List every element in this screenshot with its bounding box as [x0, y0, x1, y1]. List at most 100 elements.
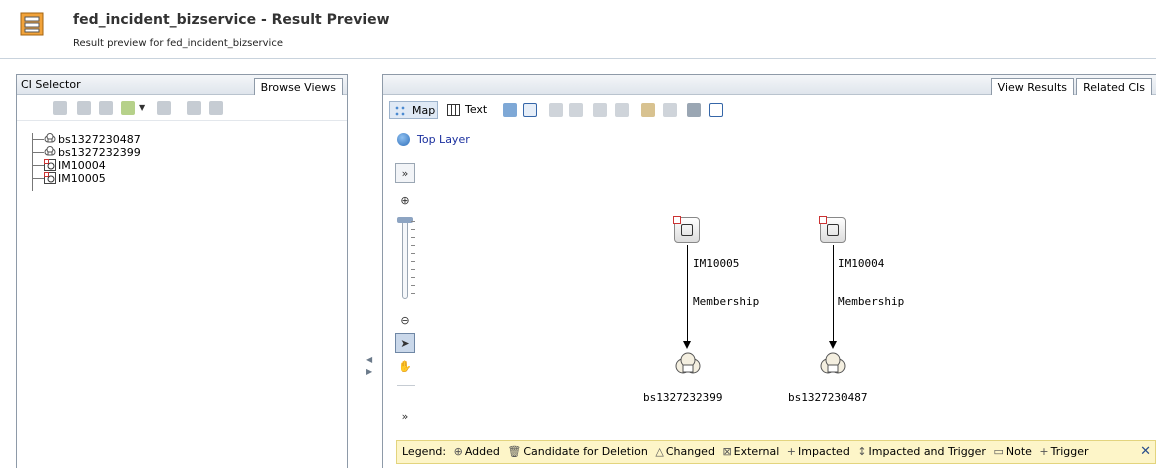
- tool-divider: [397, 385, 415, 386]
- trigger-icon: +: [1039, 445, 1049, 458]
- grid-icon: [447, 104, 460, 116]
- map-zoom-tools: » ⊕ ⊖ ➤ ✋ »: [395, 163, 419, 433]
- legend-label: Note: [1005, 445, 1032, 458]
- save-icon[interactable]: [157, 101, 171, 115]
- legend-label: External: [733, 445, 780, 458]
- page-title: fed_incident_bizservice - Result Preview: [73, 12, 390, 28]
- results-panel: View Results Related CIs Map Text Top La…: [382, 74, 1156, 468]
- added-icon: ⊕: [453, 445, 463, 458]
- results-toolbar: Map Text: [383, 95, 1156, 123]
- globe-icon: [397, 133, 410, 146]
- tree-item-label: bs1327232399: [58, 146, 141, 159]
- node-label: bs1327232399: [643, 391, 723, 404]
- node-label: IM10005: [693, 257, 740, 270]
- copy-view-icon[interactable]: [615, 103, 629, 117]
- legend-label: Impacted and Trigger: [868, 445, 986, 458]
- impacted-trigger-icon: ↕: [857, 445, 867, 458]
- related-ci-icon[interactable]: [663, 103, 677, 117]
- legend-label: Added: [464, 445, 500, 458]
- business-service-icon: [44, 133, 56, 143]
- edge-label: Membership: [838, 295, 905, 308]
- business-service-icon[interactable]: [819, 351, 847, 377]
- zoom-slider[interactable]: [402, 219, 408, 299]
- zoom-out-icon[interactable]: ⊖: [395, 311, 415, 331]
- new-ci-icon[interactable]: [121, 101, 135, 115]
- legend-label: Trigger: [1050, 445, 1089, 458]
- external-icon: ⊠: [722, 445, 732, 458]
- ci-selector-toolbar: ▼: [17, 95, 347, 121]
- note-icon: ▭: [993, 445, 1004, 458]
- zoom-ticks: [411, 221, 415, 299]
- ci-tree: bs1327230487 bs1327232399 IM10004 IM1000…: [32, 133, 332, 185]
- ci-node-im10004[interactable]: [819, 216, 846, 243]
- page-subtitle: Result preview for fed_incident_bizservi…: [73, 38, 283, 49]
- panel-splitter[interactable]: ◀ ▶: [366, 354, 374, 378]
- paste-icon[interactable]: [209, 101, 223, 115]
- incident-icon: [827, 224, 839, 236]
- expand-icon[interactable]: »: [395, 163, 415, 183]
- dropdown-arrow-icon[interactable]: ▼: [139, 101, 147, 115]
- tab-view-results[interactable]: View Results: [990, 78, 1074, 95]
- new-query-node-icon[interactable]: [641, 103, 655, 117]
- ci-node-im10005[interactable]: [673, 216, 700, 243]
- node-label: bs1327230487: [788, 391, 868, 404]
- collapse-icon[interactable]: »: [395, 407, 415, 427]
- tree-item[interactable]: bs1327232399: [32, 146, 332, 159]
- changed-icon: △: [655, 445, 664, 458]
- relation-edge[interactable]: [833, 245, 834, 343]
- result-preview-icon: [20, 12, 44, 36]
- legend-item-note: ▭ Note: [993, 445, 1031, 458]
- tree-item[interactable]: IM10004: [32, 159, 332, 172]
- tree-item-label: IM10005: [58, 172, 106, 185]
- legend-close-icon[interactable]: ✕: [1140, 441, 1151, 463]
- incident-icon: [44, 172, 56, 184]
- ci-selector-title: CI Selector: [21, 78, 81, 91]
- legend-item-candidate-for-deletion: 🗑 Candidate for Deletion: [507, 445, 647, 458]
- external-marker-icon: [819, 216, 827, 224]
- trash-icon: 🗑: [507, 445, 522, 458]
- legend-item-impacted: + Impacted: [787, 445, 850, 458]
- tree-item-label: IM10004: [58, 159, 106, 172]
- move-down-icon[interactable]: [569, 103, 583, 117]
- delete-icon[interactable]: [593, 103, 607, 117]
- filter-icon[interactable]: [53, 101, 67, 115]
- legend-label: Candidate for Deletion: [523, 445, 648, 458]
- zoom-in-icon[interactable]: ⊕: [395, 191, 415, 211]
- link-icon[interactable]: [99, 101, 113, 115]
- tab-related-cis[interactable]: Related CIs: [1076, 78, 1152, 95]
- top-layer-label: Top Layer: [417, 133, 470, 146]
- header-divider: [0, 58, 1156, 59]
- print-icon[interactable]: [687, 103, 701, 117]
- map-view-button[interactable]: Map: [389, 101, 438, 119]
- layout-icon[interactable]: [503, 103, 517, 117]
- window-icon[interactable]: [709, 103, 723, 117]
- impacted-icon: +: [786, 445, 797, 458]
- properties-icon[interactable]: [523, 103, 537, 117]
- copy-icon[interactable]: [187, 101, 201, 115]
- incident-icon: [681, 224, 693, 236]
- text-view-label: Text: [465, 103, 488, 116]
- legend-item-added: ⊕ Added: [454, 445, 500, 458]
- incident-icon: [44, 159, 56, 171]
- relation-edge[interactable]: [687, 245, 688, 343]
- legend-label: Changed: [665, 445, 715, 458]
- business-service-icon[interactable]: [674, 351, 702, 377]
- map-icon: [394, 105, 406, 117]
- legend-item-external: ⊠ External: [722, 445, 779, 458]
- edge-arrow: [683, 341, 691, 349]
- ci-selector-header: CI Selector Browse Views: [17, 75, 347, 95]
- map-view-label: Map: [412, 104, 436, 117]
- pan-hand-icon[interactable]: ✋: [395, 357, 415, 377]
- move-up-icon[interactable]: [549, 103, 563, 117]
- legend-item-changed: △ Changed: [655, 445, 715, 458]
- text-view-button[interactable]: Text: [443, 101, 493, 119]
- tree-item[interactable]: bs1327230487: [32, 133, 332, 146]
- legend-label: Impacted: [798, 445, 850, 458]
- page-header: fed_incident_bizservice - Result Preview…: [0, 0, 1156, 58]
- tab-browse-views[interactable]: Browse Views: [253, 78, 343, 95]
- search-icon[interactable]: [77, 101, 91, 115]
- select-pointer-icon[interactable]: ➤: [395, 333, 415, 353]
- tree-item[interactable]: IM10005: [32, 172, 332, 185]
- node-label: IM10004: [838, 257, 885, 270]
- top-layer-link[interactable]: Top Layer: [397, 133, 470, 147]
